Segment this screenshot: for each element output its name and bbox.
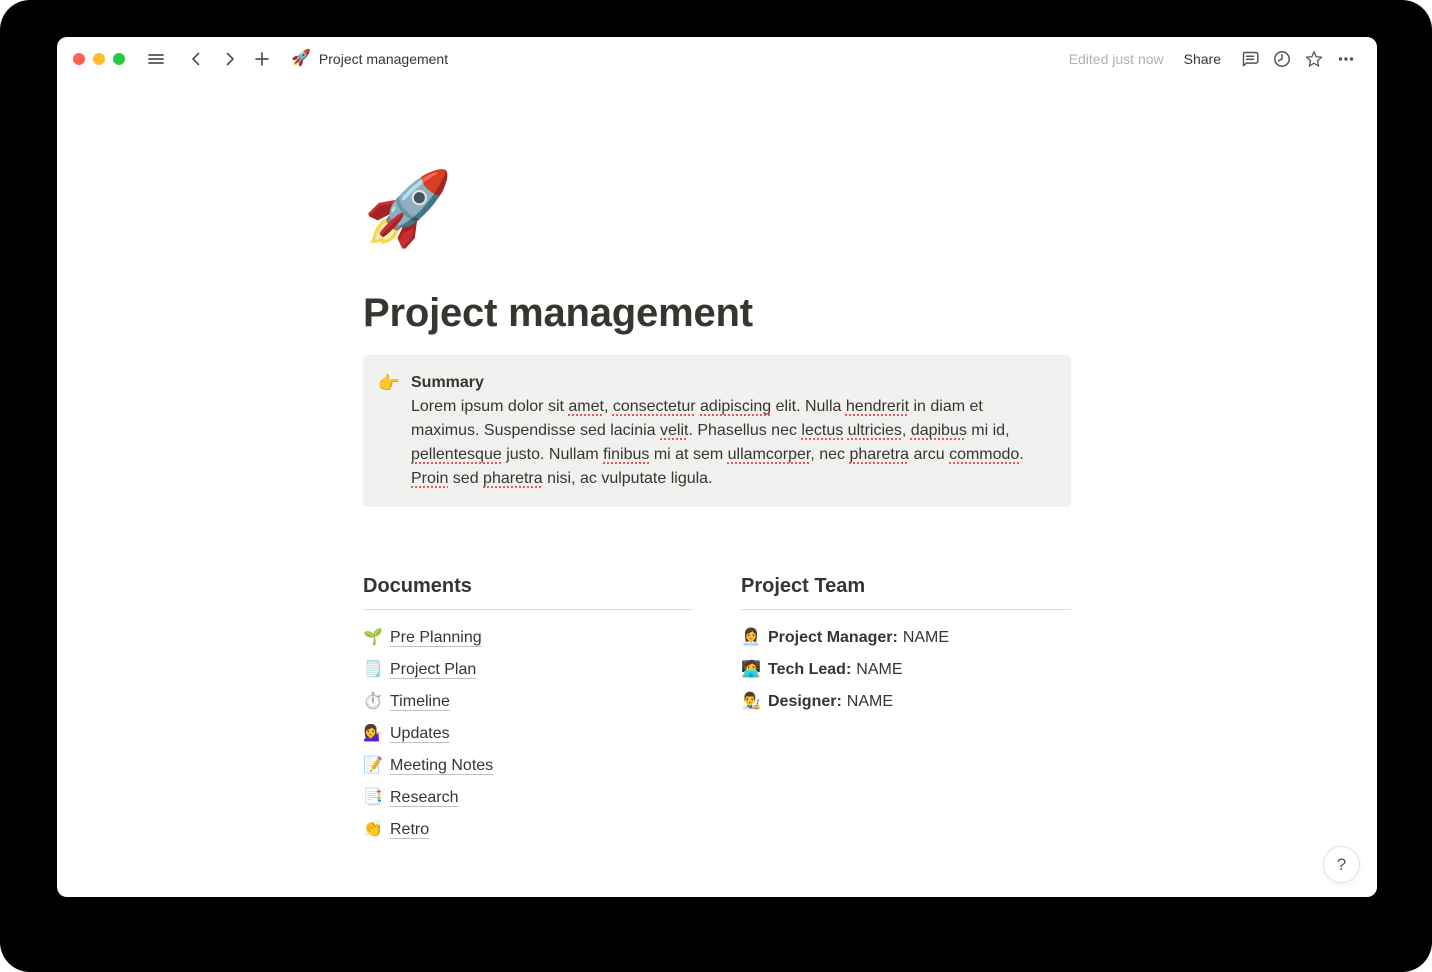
page-title-breadcrumb: Project management [319,51,448,67]
documents-list: 🌱 Pre Planning 🗒️ Project Plan ⏱️ Timeli… [363,622,693,846]
back-icon[interactable] [183,46,209,72]
document-icon: 👏 [363,821,381,839]
close-window-button[interactable] [73,53,85,65]
document-list-item: 🌱 Pre Planning [363,622,693,654]
edited-status: Edited just now [1069,51,1164,67]
window-controls [73,53,125,65]
page-emoji-small: 🚀 [291,51,311,67]
document-icon: 🗒️ [363,661,381,679]
page-title: Project management [363,289,1071,337]
team-member-role: Tech Lead: [768,661,851,678]
share-button[interactable]: Share [1184,51,1221,67]
summary-paragraph: Lorem ipsum dolor sit amet, consectetur … [411,395,1055,491]
document-page-link[interactable]: Meeting Notes [390,757,493,775]
history-clock-icon[interactable] [1269,46,1295,72]
favorite-star-icon[interactable] [1301,46,1327,72]
team-member-row: 🧑‍💻 Tech Lead: NAME [741,654,1071,686]
team-member-row: 👩‍💼 Project Manager: NAME [741,622,1071,654]
notion-window: 🚀 Project management Edited just now Sha… [57,37,1377,897]
document-icon: 💁‍♀️ [363,725,381,743]
forward-icon[interactable] [217,46,243,72]
page-icon-rocket[interactable]: 🚀 [363,169,453,249]
two-column-section: Documents 🌱 Pre Planning 🗒️ Project Plan… [363,573,1071,846]
document-page-link[interactable]: Research [390,789,458,807]
document-page-link[interactable]: Timeline [390,693,450,711]
summary-heading: Summary [411,371,1055,395]
zoom-window-button[interactable] [113,53,125,65]
sidebar-menu-icon[interactable] [143,46,169,72]
team-member-row: 👨‍🎨 Designer: NAME [741,686,1071,718]
document-page-link[interactable]: Updates [390,725,450,743]
document-list-item: 👏 Retro [363,814,693,846]
team-member-name: NAME [856,661,902,678]
desktop-background: 🚀 Project management Edited just now Sha… [0,0,1432,972]
project-team-list: 👩‍💼 Project Manager: NAME 🧑‍💻 Tech Lead: N… [741,622,1071,718]
document-list-item: 💁‍♀️ Updates [363,718,693,750]
document-icon: ⏱️ [363,693,381,711]
summary-callout: 👉 Summary Lorem ipsum dolor sit amet, co… [363,355,1071,507]
team-member-role: Project Manager: [768,629,898,646]
team-member-role: Designer: [768,693,842,710]
document-list-item: 📝 Meeting Notes [363,750,693,782]
team-member-icon: 👩‍💼 [741,629,759,647]
comments-icon[interactable] [1237,46,1263,72]
pointing-finger-icon: 👉 [377,371,401,491]
team-member-icon: 🧑‍💻 [741,661,759,679]
team-member-name: NAME [903,629,949,646]
title-bar: 🚀 Project management Edited just now Sha… [57,37,1377,81]
document-list-item: ⏱️ Timeline [363,686,693,718]
help-button[interactable]: ? [1323,846,1360,883]
documents-column: Documents 🌱 Pre Planning 🗒️ Project Plan… [363,573,693,846]
summary-text: Summary Lorem ipsum dolor sit amet, cons… [411,371,1055,491]
document-page-link[interactable]: Project Plan [390,661,476,679]
document-icon: 🌱 [363,629,381,647]
document-icon: 📝 [363,757,381,775]
page-content: 🚀 Project management 👉 Summary Lorem ips… [363,81,1071,846]
documents-heading: Documents [363,573,693,610]
document-list-item: 🗒️ Project Plan [363,654,693,686]
more-options-icon[interactable] [1333,46,1359,72]
document-list-item: 📑 Research [363,782,693,814]
project-team-heading: Project Team [741,573,1071,610]
project-team-column: Project Team 👩‍💼 Project Manager: NAME 🧑‍… [741,573,1071,846]
team-member-icon: 👨‍🎨 [741,693,759,711]
breadcrumb-current-page[interactable]: 🚀 Project management [291,51,448,67]
document-page-link[interactable]: Retro [390,821,429,839]
team-member-name: NAME [847,693,893,710]
new-tab-icon[interactable] [249,46,275,72]
document-page-link[interactable]: Pre Planning [390,629,482,647]
document-icon: 📑 [363,789,381,807]
minimize-window-button[interactable] [93,53,105,65]
